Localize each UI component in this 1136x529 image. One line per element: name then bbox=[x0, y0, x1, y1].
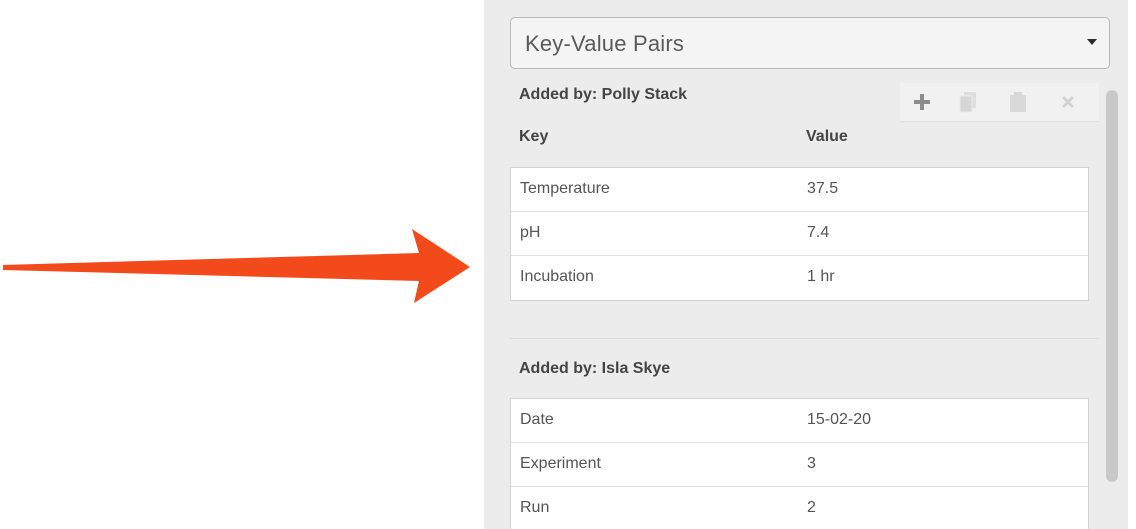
table-row[interactable]: Incubation 1 hr bbox=[511, 256, 1088, 300]
row-key: Run bbox=[520, 499, 550, 516]
paste-button[interactable] bbox=[998, 83, 1038, 121]
edit-toolbar bbox=[900, 83, 1100, 122]
row-key: Date bbox=[520, 411, 554, 428]
paste-icon bbox=[1010, 92, 1026, 112]
plus-icon bbox=[914, 94, 930, 110]
add-row-button[interactable] bbox=[902, 83, 942, 121]
column-header-value: Value bbox=[806, 128, 848, 145]
column-header-key: Key bbox=[519, 128, 549, 145]
key-value-table-isla-skye: Date 15-02-20 Experiment 3 Run 2 bbox=[510, 398, 1089, 529]
view-type-dropdown[interactable]: Key-Value Pairs bbox=[510, 17, 1110, 69]
key-value-panel: Key-Value Pairs Added by: Polly Stack Ke… bbox=[484, 0, 1128, 529]
table-row[interactable]: pH 7.4 bbox=[511, 212, 1088, 256]
row-key: pH bbox=[520, 224, 541, 241]
table-row[interactable]: Run 2 bbox=[511, 487, 1088, 529]
chevron-down-icon bbox=[1087, 39, 1097, 45]
row-value: 2 bbox=[807, 499, 816, 516]
group-divider bbox=[510, 338, 1100, 339]
delete-button[interactable] bbox=[1048, 83, 1088, 121]
row-value: 1 hr bbox=[807, 268, 835, 285]
table-row[interactable]: Temperature 37.5 bbox=[511, 168, 1088, 212]
key-value-table-polly-stack: Temperature 37.5 pH 7.4 Incubation 1 hr bbox=[510, 167, 1089, 301]
row-key: Temperature bbox=[520, 180, 610, 197]
row-value: 37.5 bbox=[807, 180, 839, 197]
scrollbar-thumb[interactable] bbox=[1106, 90, 1118, 482]
screenshot-stage: Key-Value Pairs Added by: Polly Stack Ke… bbox=[0, 0, 1136, 529]
copy-button[interactable] bbox=[948, 83, 988, 121]
close-icon bbox=[1061, 95, 1075, 109]
table-row[interactable]: Experiment 3 bbox=[511, 443, 1088, 487]
table-row[interactable]: Date 15-02-20 bbox=[511, 399, 1088, 443]
row-value: 3 bbox=[807, 455, 816, 472]
row-key: Experiment bbox=[520, 455, 601, 472]
row-value: 7.4 bbox=[807, 224, 830, 241]
copy-icon bbox=[959, 92, 976, 113]
group-title-polly-stack: Added by: Polly Stack bbox=[519, 86, 688, 103]
row-value: 15-02-20 bbox=[807, 411, 872, 428]
group-title-isla-skye: Added by: Isla Skye bbox=[519, 360, 671, 377]
annotation-arrow bbox=[3, 229, 470, 303]
row-key: Incubation bbox=[520, 268, 594, 285]
dropdown-selected-label: Key-Value Pairs bbox=[525, 31, 685, 56]
